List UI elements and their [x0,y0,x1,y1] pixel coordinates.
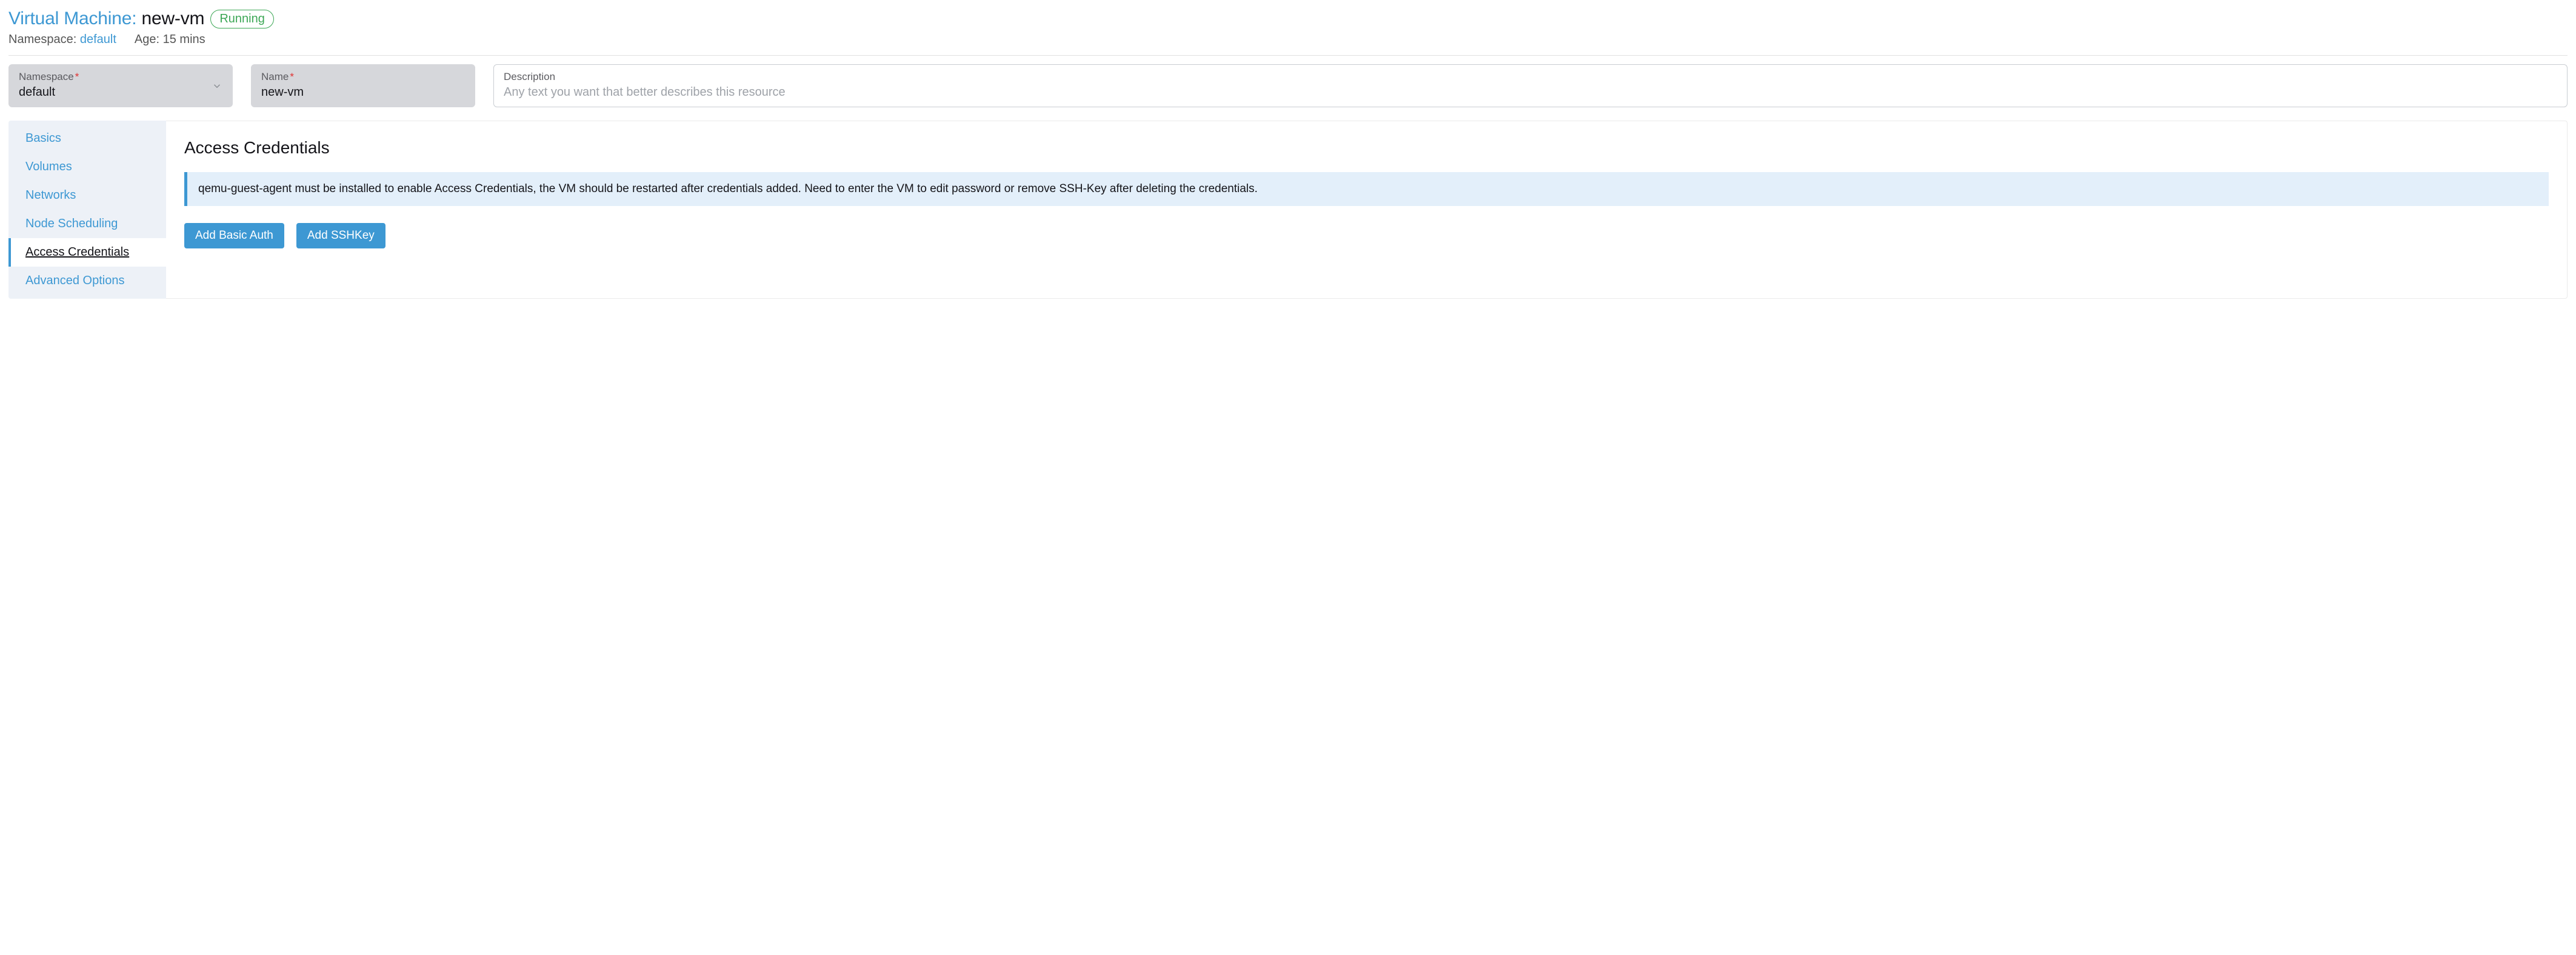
namespace-select[interactable]: Namespace* default [8,64,233,107]
description-placeholder: Any text you want that better describes … [504,85,2557,99]
tab-basics[interactable]: Basics [8,124,166,153]
age-label: Age: [135,33,159,46]
namespace-field-label: Namespace [19,71,74,82]
add-basic-auth-button[interactable]: Add Basic Auth [184,223,284,248]
tab-access-credentials[interactable]: Access Credentials [8,238,166,267]
panel-title: Access Credentials [184,138,2549,158]
side-tabs: Basics Volumes Networks Node Scheduling … [8,121,166,299]
required-marker: * [75,71,79,82]
page-header: Virtual Machine: new-vm Running Namespac… [8,6,2568,56]
tab-node-scheduling[interactable]: Node Scheduling [8,210,166,238]
name-field-value: new-vm [261,85,465,99]
tab-networks[interactable]: Networks [8,181,166,210]
tab-advanced-options[interactable]: Advanced Options [8,267,166,295]
resource-name: new-vm [142,8,205,28]
namespace-link[interactable]: default [80,33,116,46]
namespace-label: Namespace: [8,33,76,46]
age-value: 15 mins [163,33,205,46]
status-badge: Running [210,10,274,28]
namespace-field-value: default [19,85,222,99]
panel-actions: Add Basic Auth Add SSHKey [184,223,2549,248]
resource-type-label: Virtual Machine: [8,8,136,28]
name-field[interactable]: Name* new-vm [251,64,475,107]
required-marker: * [290,71,294,82]
info-banner: qemu-guest-agent must be installed to en… [184,172,2549,206]
chevron-down-icon [212,81,222,92]
fields-row: Namespace* default Name* new-vm Descript… [8,64,2568,107]
panel-access-credentials: Access Credentials qemu-guest-agent must… [166,121,2568,299]
description-field-label: Description [504,71,555,82]
tab-volumes[interactable]: Volumes [8,153,166,181]
description-field[interactable]: Description Any text you want that bette… [493,64,2568,107]
age-info: Age: 15 mins [135,33,205,47]
add-sshkey-button[interactable]: Add SSHKey [296,223,385,248]
detail-body: Basics Volumes Networks Node Scheduling … [8,121,2568,299]
name-field-label: Name [261,71,289,82]
namespace-info: Namespace: default [8,33,116,47]
page-title: Virtual Machine: new-vm [8,8,204,29]
